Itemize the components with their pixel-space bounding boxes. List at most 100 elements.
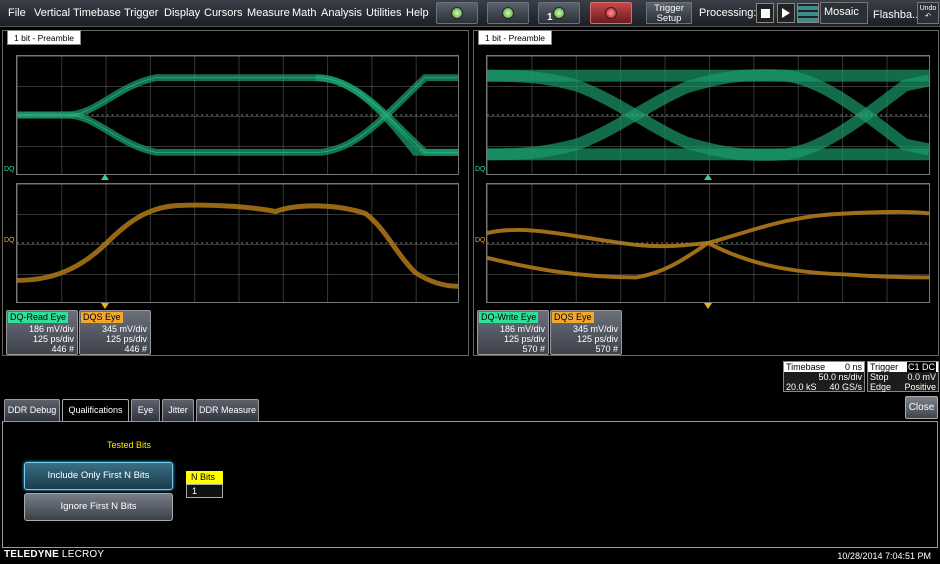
- timebase-row: 20.0 kS 40 GS/s: [786, 382, 862, 392]
- left-trigger-marker-icon: [101, 174, 109, 180]
- brand-bold: TELEDYNE: [4, 549, 59, 560]
- auto-trigger-button[interactable]: [487, 2, 529, 24]
- trace-tdiv: 125 ps/div: [503, 334, 545, 344]
- left-dq-read-eye-card[interactable]: DQ-Read Eye 186 mV/div 125 ps/div 446 #: [6, 310, 78, 355]
- n-bits-label: N Bits: [186, 471, 223, 484]
- n-bits-input[interactable]: 1: [186, 484, 223, 498]
- left-dqs-eye-card[interactable]: DQS Eye 345 mV/div 125 ps/div 446 #: [79, 310, 151, 355]
- left-dqs-eye-trace: [17, 202, 458, 289]
- menu-utilities[interactable]: Utilities: [366, 7, 401, 19]
- trace-tdiv: 125 ps/div: [32, 334, 74, 344]
- processing-label: Processing:: [699, 7, 757, 19]
- menu-timebase[interactable]: Timebase: [73, 7, 121, 19]
- trace-count: 446 #: [51, 344, 74, 354]
- menu-cursors[interactable]: Cursors: [204, 7, 243, 19]
- left-dq-channel-marker: DQ: [4, 166, 15, 173]
- tab-ddr-debug[interactable]: DDR Debug: [4, 399, 60, 422]
- timebase-descriptor[interactable]: Timebase 0 ns 50.0 ns/div 20.0 kS 40 GS/…: [783, 361, 865, 392]
- alarm-clock-icon: [451, 7, 463, 19]
- trigger-level: 0.0 mV: [907, 372, 936, 382]
- tab-ddr-measure[interactable]: DDR Measure: [196, 399, 259, 422]
- menu-bar: File Vertical Timebase Trigger Display C…: [0, 0, 940, 27]
- right-dq-eye-grid: [486, 55, 930, 175]
- menu-display[interactable]: Display: [164, 7, 200, 19]
- menu-file[interactable]: File: [8, 7, 26, 19]
- right-dqs-eye-trace: [487, 210, 929, 280]
- trigger-row: Stop 0.0 mV: [870, 372, 936, 382]
- timebase-delay: 0 ns: [844, 362, 862, 372]
- menu-trigger[interactable]: Trigger: [124, 7, 158, 19]
- menu-math[interactable]: Math: [292, 7, 316, 19]
- trace-label: DQS Eye: [552, 312, 594, 323]
- trace-vdiv: 345 mV/div: [101, 324, 147, 334]
- timebase-row: 50.0 ns/div: [786, 372, 862, 382]
- brand-normal: LECROY: [58, 549, 105, 560]
- stop-trigger-button[interactable]: [590, 2, 632, 24]
- undo-button[interactable]: Undo ↶: [917, 2, 939, 24]
- right-dq-channel-marker: DQ: [475, 166, 486, 173]
- tab-jitter[interactable]: Jitter: [162, 399, 194, 422]
- right-dq-write-eye-card[interactable]: DQ-Write Eye 186 mV/div 125 ps/div 570 #: [477, 310, 549, 355]
- right-trigger-marker-icon: [704, 303, 712, 309]
- timebase-rate: 40 GS/s: [829, 382, 862, 392]
- datetime-display: 10/28/2014 7:04:51 PM: [837, 551, 931, 561]
- trace-tdiv: 125 ps/div: [105, 334, 147, 344]
- undo-arrow-icon: ↶: [925, 13, 931, 20]
- ignore-first-n-bits-button[interactable]: Ignore First N Bits: [24, 493, 173, 521]
- menu-help[interactable]: Help: [406, 7, 429, 19]
- tested-bits-title: Tested Bits: [107, 440, 152, 450]
- trigger-row: Edge Positive: [870, 382, 936, 392]
- right-dq-eye-trace: [487, 69, 929, 161]
- trace-vdiv: 345 mV/div: [572, 324, 618, 334]
- menu-vertical[interactable]: Vertical: [34, 7, 70, 19]
- left-dqs-channel-marker: DQ: [4, 237, 15, 244]
- trace-count: 570 #: [595, 344, 618, 354]
- trigger-mode: Stop: [870, 372, 889, 382]
- include-first-n-bits-button[interactable]: Include Only First N Bits: [24, 462, 173, 490]
- trigger-type: Edge: [870, 382, 892, 392]
- right-dqs-eye-card[interactable]: DQS Eye 345 mV/div 125 ps/div 570 #: [550, 310, 622, 355]
- trace-label: DQ-Write Eye: [479, 312, 539, 323]
- left-panel-tab[interactable]: 1 bit - Preamble: [7, 30, 81, 45]
- processing-stop-button[interactable]: [756, 3, 774, 23]
- timebase-tdiv: 50.0 ns/div: [818, 372, 862, 382]
- led-icon: [553, 7, 565, 19]
- trigger-setup-button[interactable]: Trigger Setup: [646, 2, 692, 24]
- timebase-samples: 20.0 kS: [786, 382, 817, 392]
- trigger-setup-line2: Setup: [656, 13, 682, 24]
- flashback-button[interactable]: Flashba...: [873, 9, 921, 21]
- trigger-source: C1 DC: [906, 362, 936, 372]
- undo-label: Undo: [919, 5, 937, 12]
- right-panel-tab[interactable]: 1 bit - Preamble: [478, 30, 552, 45]
- processing-play-button[interactable]: [777, 3, 795, 23]
- trigger-header: Trigger C1 DC: [868, 362, 938, 372]
- trace-vdiv: 186 mV/div: [28, 324, 74, 334]
- trigger-descriptor[interactable]: Trigger C1 DC Stop 0.0 mV Edge Positive: [867, 361, 939, 392]
- left-dq-eye-grid: [16, 55, 459, 175]
- close-button[interactable]: Close: [905, 396, 938, 419]
- right-dqs-eye-grid: [486, 183, 930, 303]
- brand-logo: TELEDYNE LECROY: [4, 549, 104, 560]
- mosaic-grid-icon[interactable]: [797, 3, 819, 23]
- auto-setup-button[interactable]: [436, 2, 478, 24]
- trace-count: 446 #: [124, 344, 147, 354]
- timebase-title: Timebase: [786, 362, 826, 372]
- trace-vdiv: 186 mV/div: [499, 324, 545, 334]
- tab-eye[interactable]: Eye: [131, 399, 160, 422]
- timebase-header: Timebase 0 ns: [784, 362, 864, 372]
- menu-measure[interactable]: Measure: [247, 7, 290, 19]
- single-count: 1: [547, 12, 553, 23]
- tab-qualifications[interactable]: Qualifications: [62, 399, 129, 422]
- menu-analysis[interactable]: Analysis: [321, 7, 362, 19]
- trace-label: DQ-Read Eye: [8, 312, 69, 323]
- trace-label: DQS Eye: [81, 312, 123, 323]
- trace-count: 570 #: [522, 344, 545, 354]
- stop-led-icon: [605, 7, 617, 19]
- trace-tdiv: 125 ps/div: [576, 334, 618, 344]
- mosaic-button[interactable]: Mosaic: [820, 2, 868, 24]
- right-trigger-marker-icon: [704, 174, 712, 180]
- led-icon: [502, 7, 514, 19]
- single-trigger-button[interactable]: 1: [538, 2, 580, 24]
- right-dqs-channel-marker: DQ: [475, 237, 486, 244]
- left-dq-eye-trace: [17, 74, 458, 156]
